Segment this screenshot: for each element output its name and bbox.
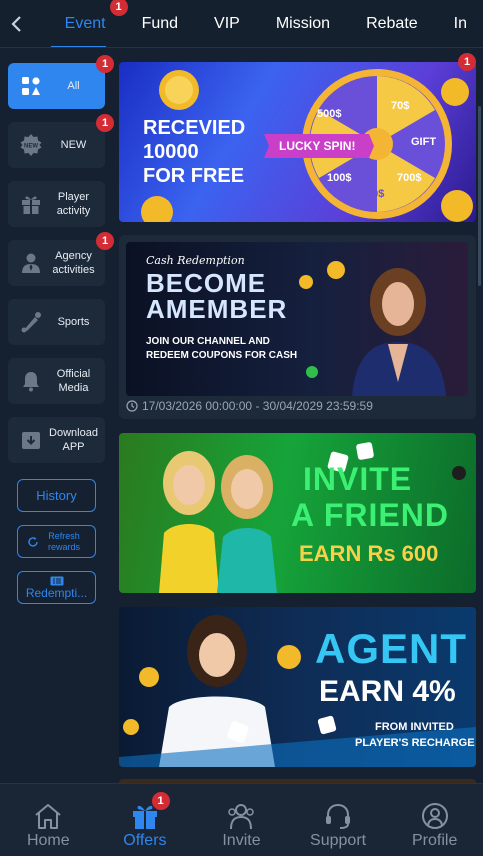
redemption-button[interactable]: Redempti... <box>17 571 96 604</box>
grid-icon <box>16 76 46 96</box>
top-tab-bar: Event 1 Fund VIP Mission Rebate In <box>0 0 483 48</box>
agent-icon <box>16 252 46 274</box>
become-member-banner: Cash Redemption BECOME AMEMBER JOIN OUR … <box>126 242 468 396</box>
download-icon <box>16 429 46 451</box>
sidebar-item-label: Sports <box>57 316 90 328</box>
sidebar-item-all[interactable]: All 1 <box>8 55 114 109</box>
sidebar-item-label: NEW <box>60 139 87 151</box>
invite-title-line2: A FRIEND <box>291 497 449 533</box>
invite-title-line1: INVITE <box>303 461 413 497</box>
wheel-label: GIFT <box>411 136 437 148</box>
member-title-line2: AMEMBER <box>146 294 288 324</box>
member-sub-line2: REDEEM COUPONS FOR CASH <box>146 350 298 361</box>
nav-home[interactable]: Home <box>0 784 97 856</box>
lucky-spin-ribbon: LUCKY SPIN! <box>279 139 356 153</box>
sidebar-item-official-media[interactable]: Official Media <box>8 358 105 404</box>
agent-title-line2: EARN 4% <box>319 675 456 708</box>
chevron-left-icon <box>11 15 22 32</box>
lucky-spin-line3: FOR FREE <box>143 165 245 187</box>
sidebar-item-new[interactable]: NEW NEW 1 <box>8 114 114 168</box>
tab-mission[interactable]: Mission <box>256 0 346 47</box>
agent-sub-line1: FROM INVITED <box>375 721 454 733</box>
promotions-list[interactable]: RECEVIED 10000 FOR FREE LUCKY SPIN! 200$… <box>112 48 483 783</box>
invite-friend-banner[interactable]: INVITE A FRIEND EARN Rs 600 <box>119 433 476 593</box>
nav-offers-badge: 1 <box>151 792 170 810</box>
nav-offers-label: Offers <box>123 832 167 849</box>
tab-fund[interactable]: Fund <box>122 0 194 47</box>
home-icon <box>35 804 61 829</box>
content-scrollbar[interactable] <box>478 106 481 286</box>
agent-title-line1: AGENT <box>315 625 467 672</box>
wheel-label: 100$ <box>327 172 352 184</box>
bottom-navigation: Home Offers 1 Invite Support Profile <box>0 783 483 856</box>
tab-fund-label: Fund <box>141 14 179 32</box>
tab-vip[interactable]: VIP <box>194 0 256 47</box>
tab-more-label: In <box>453 14 467 32</box>
sidebar-item-label: Download APP <box>49 427 98 453</box>
wheel-label: 70$ <box>391 100 410 112</box>
refresh-rewards-label: Refresh rewards <box>47 530 80 552</box>
nav-profile-label: Profile <box>411 832 458 849</box>
sidebar-item-agency-activities[interactable]: Agency activities 1 <box>8 232 114 286</box>
invite-earn: EARN Rs 600 <box>299 541 439 566</box>
refresh-rewards-button[interactable]: Refresh rewards <box>17 525 96 558</box>
lucky-spin-badge: 1 <box>458 53 476 71</box>
wheel-label: 700$ <box>397 172 422 184</box>
sidebar-item-label: Agency activities <box>52 250 95 276</box>
clock-icon <box>126 400 138 412</box>
agent-banner[interactable]: AGENT EARN 4% FROM INVITED PLAYER'S RECH… <box>119 607 476 767</box>
lucky-spin-line1: RECEVIED <box>143 117 246 139</box>
headset-icon <box>326 803 351 829</box>
member-card[interactable]: Cash Redemption BECOME AMEMBER JOIN OUR … <box>119 235 476 419</box>
tab-event[interactable]: Event 1 <box>35 0 128 47</box>
sidebar-item-sports[interactable]: Sports <box>8 299 105 345</box>
tab-vip-label: VIP <box>214 14 240 32</box>
tab-mission-label: Mission <box>275 14 331 32</box>
tab-rebate[interactable]: Rebate <box>346 0 434 47</box>
member-sub-line1: JOIN OUR CHANNEL AND <box>146 336 270 347</box>
nav-support[interactable]: Support <box>290 784 387 856</box>
lucky-spin-line2: 10000 <box>143 141 199 163</box>
sidebar-item-player-activity[interactable]: Player activity <box>8 181 105 227</box>
wheel-label: 500$ <box>317 108 342 120</box>
gift-icon <box>16 193 46 215</box>
invite-people-icon <box>228 804 255 830</box>
sidebar-item-label: All <box>67 80 80 92</box>
category-sidebar: All 1 NEW NEW 1 Player activity Agency a… <box>0 48 114 783</box>
nav-home-label: Home <box>26 832 70 849</box>
sports-icon <box>16 311 46 333</box>
sidebar-item-download-app[interactable]: Download APP <box>8 417 105 463</box>
wheel-label: 10$ <box>366 188 385 200</box>
nav-invite-label: Invite <box>222 832 261 849</box>
svg-text:NEW: NEW <box>24 144 38 150</box>
profile-icon <box>421 803 448 829</box>
tab-rebate-label: Rebate <box>366 14 418 32</box>
bell-icon <box>16 370 46 392</box>
ticket-icon <box>50 576 63 585</box>
sidebar-item-label: Official Media <box>56 368 91 394</box>
history-button-label: History <box>36 488 77 503</box>
new-badge-icon: NEW <box>16 133 46 157</box>
nav-profile[interactable]: Profile <box>386 784 483 856</box>
tab-more[interactable]: In <box>434 0 483 47</box>
member-script: Cash Redemption <box>146 254 245 267</box>
member-date-range: 17/03/2026 00:00:00 - 30/04/2029 23:59:5… <box>142 399 373 413</box>
agent-sub-line2: PLAYER'S RECHARGE <box>355 737 475 749</box>
nav-offers[interactable]: Offers 1 <box>97 784 194 856</box>
tab-event-label: Event <box>64 14 106 32</box>
wheel-label: 200$ <box>345 90 370 102</box>
history-button[interactable]: History <box>17 479 96 512</box>
refresh-icon <box>28 536 38 547</box>
lucky-spin-banner[interactable]: RECEVIED 10000 FOR FREE LUCKY SPIN! 200$… <box>119 62 476 222</box>
back-button[interactable] <box>0 0 35 47</box>
sidebar-item-label: Player activity <box>56 191 91 217</box>
nav-invite[interactable]: Invite <box>193 784 290 856</box>
redemption-label: Redempti... <box>25 585 88 600</box>
nav-support-label: Support <box>310 832 367 849</box>
